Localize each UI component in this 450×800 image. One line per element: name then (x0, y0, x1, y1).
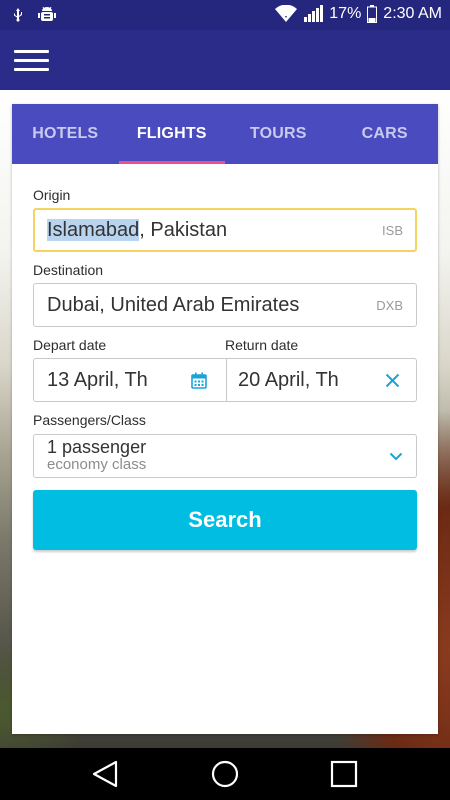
destination-field[interactable]: Dubai, United Arab Emirates DXB (33, 283, 417, 327)
status-right-icons: 17% 2:30 AM (275, 5, 442, 23)
status-bar: 17% 2:30 AM (0, 0, 450, 30)
status-left-icons (10, 7, 56, 23)
search-button[interactable]: Search (33, 490, 417, 550)
depart-date-value[interactable]: 13 April, Th (47, 369, 148, 392)
calendar-icon[interactable] (191, 372, 207, 389)
wifi-icon (275, 5, 298, 22)
android-debug-icon (38, 7, 56, 21)
date-fields: 13 April, Th 20 April, Th (33, 358, 417, 402)
destination-value: Dubai, United Arab Emirates (47, 294, 300, 316)
passenger-class: economy class (47, 456, 147, 473)
recents-icon[interactable] (328, 758, 360, 790)
return-date-label: Return date (225, 337, 299, 353)
return-date-value[interactable]: 20 April, Th (238, 369, 339, 392)
tab-cars[interactable]: CARS (332, 104, 439, 164)
origin-label: Origin (33, 187, 71, 203)
origin-code: ISB (382, 223, 403, 238)
origin-value: Islamabad, Pakistan (47, 219, 227, 242)
destination-label: Destination (33, 262, 104, 278)
signal-icon (304, 5, 324, 22)
origin-field[interactable]: Islamabad, Pakistan ISB (33, 208, 417, 252)
date-divider (226, 359, 227, 401)
passengers-label: Passengers/Class (33, 412, 146, 428)
usb-icon (14, 8, 22, 22)
tab-tours[interactable]: TOURS (225, 104, 332, 164)
passengers-select[interactable]: 1 passenger economy class (33, 434, 417, 478)
chevron-down-icon[interactable] (389, 452, 403, 461)
clock: 2:30 AM (383, 5, 442, 22)
depart-date-label: Depart date (33, 337, 107, 353)
origin-selected-text: Islamabad (47, 219, 140, 241)
destination-code: DXB (376, 298, 403, 313)
battery-percent: 17% (329, 5, 362, 22)
origin-rest-text: , Pakistan (139, 219, 228, 241)
battery-icon (367, 5, 378, 23)
search-card: HOTELS FLIGHTS TOURS CARS Origin Islamab… (12, 104, 438, 734)
back-icon[interactable] (90, 758, 122, 790)
home-icon[interactable] (209, 758, 241, 790)
passenger-count: 1 passenger (47, 437, 147, 457)
hamburger-menu-icon[interactable] (14, 50, 50, 72)
clear-x-icon[interactable] (385, 373, 400, 388)
navigation-bar (0, 748, 450, 800)
app-bar (0, 30, 450, 90)
tab-flights[interactable]: FLIGHTS (118, 104, 226, 164)
category-tabs: HOTELS FLIGHTS TOURS CARS (12, 104, 438, 164)
tab-hotels[interactable]: HOTELS (12, 104, 119, 164)
